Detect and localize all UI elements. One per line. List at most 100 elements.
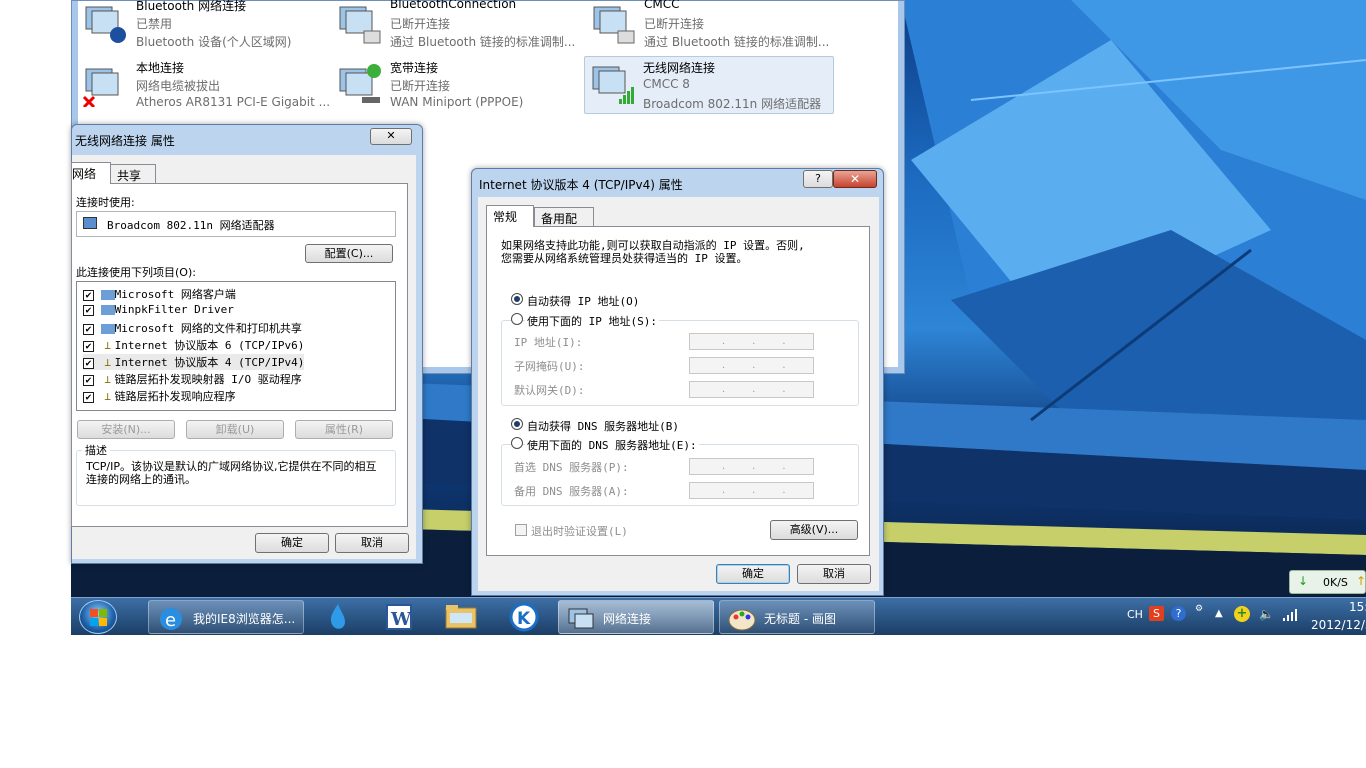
subnet-mask-field[interactable]: ... [689,357,814,374]
connection-status: 已禁用 [136,17,173,31]
checkbox-checked-icon[interactable]: ✔ [83,289,94,301]
clock-date[interactable]: 2012/12/3 [1311,618,1366,632]
taskbar-word-app[interactable]: W [382,602,416,632]
taskbar-k-app[interactable]: K [507,602,541,632]
properties-button[interactable]: 属性(R) [295,420,393,439]
protocol-icon: ⊥ [104,373,111,386]
preferred-dns-field[interactable]: ... [689,458,814,475]
tab-sharing[interactable]: 共享 [110,164,156,184]
taskbar-network-button[interactable]: 网络连接 [558,600,714,634]
help-icon: ? [815,172,821,185]
taskbar-paint-button[interactable]: 无标题 - 画图 [719,600,875,634]
auto-ip-label: 自动获得 IP 地址(O) [527,295,640,308]
language-indicator[interactable]: CH [1127,608,1143,621]
network-adapter-icon [85,6,126,43]
items-rows: ✔ Microsoft 网络客户端 ✔ WinpkFilter Driver ✔… [83,286,393,406]
checkbox-checked-icon[interactable]: ✔ [83,340,94,352]
help-button[interactable]: ? [803,170,833,188]
list-item-label: WinpkFilter Driver [114,303,234,316]
list-item-label: Internet 协议版本 6 (TCP/IPv6) [114,339,305,352]
uninstall-button[interactable]: 卸载(U) [186,420,284,439]
description-text: TCP/IP。该协议是默认的广域网络协议,它提供在不同的相互连接的网络上的通讯。 [86,460,377,486]
alternate-dns-field[interactable]: ... [689,482,814,499]
ok-button[interactable]: 确定 [255,533,329,553]
tab-general[interactable]: 常规 [486,205,534,227]
connection-device: 通过 Bluetooth 链接的标准调制... [644,35,830,49]
auto-ip-radio[interactable] [511,293,523,305]
close-icon: ✕ [849,172,861,186]
install-button[interactable]: 安装(N)... [77,420,175,439]
tab-alternate[interactable]: 备用配置 [534,207,594,243]
ime-options-icon[interactable]: ⚙ [1195,604,1203,614]
taskbar-drop-app[interactable] [321,602,355,632]
checkbox-checked-icon[interactable]: ✔ [83,374,94,386]
ip-address-field[interactable]: ... [689,333,814,350]
taskbar-ie-button[interactable]: e 我的IE8浏览器怎... [148,600,304,634]
adapter-icon [83,217,97,229]
connection-bluetoothconnection[interactable]: BluetoothConnection 已断开连接 通过 Bluetooth 链… [332,0,582,55]
list-item[interactable]: ✔ ⊥ 链路层拓扑发现映射器 I/O 驱动程序 [83,371,302,387]
ipv4-properties-dialog: Internet 协议版本 4 (TCP/IPv4) 属性 ? ✕ 常规 备用配… [471,168,884,596]
manual-dns-label: 使用下面的 DNS 服务器地址(E): [525,437,699,453]
close-button[interactable]: ✕ [833,170,877,188]
paint-icon [728,609,756,631]
show-hidden-icons-icon[interactable]: ▲ [1215,608,1223,619]
ok-button[interactable]: 确定 [716,564,790,584]
protocol-icon: ⊥ [104,356,111,369]
cancel-button[interactable]: 取消 [797,564,871,584]
manual-dns-radio[interactable] [511,437,523,449]
manual-ip-radio[interactable] [511,313,523,325]
wireless-properties-dialog: 无线网络连接 属性 ✕ 网络 共享 连接时使用: Broadcom 802.11… [71,124,423,564]
description-label: 描述 [82,442,110,458]
list-item[interactable]: ✔ WinpkFilter Driver [83,303,234,316]
list-item[interactable]: ✔ ⊥ 链路层拓扑发现响应程序 [83,388,236,404]
connection-name: 宽带连接 [390,61,439,75]
clock-time[interactable]: 15: [1349,600,1366,614]
volume-muted-icon[interactable]: 🔈 [1259,607,1274,621]
connection-bluetooth-network[interactable]: Bluetooth 网络连接 已禁用 Bluetooth 设备(个人区域网) [78,0,328,55]
checkbox-checked-icon[interactable]: ✔ [83,357,94,369]
connection-name: CMCC [644,0,680,11]
driver-icon [100,305,115,315]
list-item[interactable]: ✔ Microsoft 网络客户端 [83,286,236,302]
connection-status: 已断开连接 [390,79,451,93]
auto-dns-radio[interactable] [511,418,523,430]
help-tray-icon[interactable]: ? [1171,606,1186,621]
tab-network[interactable]: 网络 [71,162,111,184]
wifi-signal-icon[interactable] [1283,608,1299,622]
list-item[interactable]: ✔ Microsoft 网络的文件和打印机共享 [83,320,302,336]
network-adapter-icon [339,64,381,103]
gateway-field[interactable]: ... [689,381,814,398]
checkbox-checked-icon[interactable]: ✔ [83,323,94,335]
connection-wireless[interactable]: 无线网络连接 CMCC 8 Broadcom 802.11n 网络适配器 [584,56,834,114]
connection-device: WAN Miniport (PPPOE) [390,95,524,109]
k-app-icon: K [509,602,539,632]
connection-name: 本地连接 [136,61,185,75]
start-button[interactable] [79,600,117,634]
network-speed-widget[interactable]: ↓ 0K/S ↑ [1289,570,1366,594]
list-item[interactable]: ✔ ⊥ Internet 协议版本 6 (TCP/IPv6) [83,337,304,353]
checkbox-checked-icon[interactable]: ✔ [83,391,94,403]
protocol-icon: ⊥ [104,339,111,352]
list-item-selected[interactable]: ✔ ⊥ Internet 协议版本 4 (TCP/IPv4) [83,354,305,370]
checkbox-checked-icon[interactable]: ✔ [83,304,94,316]
configure-button[interactable]: 配置(C)... [305,244,393,263]
items-label: 此连接使用下列项目(O): [76,266,196,279]
ie-icon: e [160,608,182,631]
connection-local-area[interactable]: 本地连接 网络电缆被拔出 Atheros AR8131 PCI-E Gigabi… [78,59,330,117]
network-adapter-icon [593,6,635,44]
security-tray-icon[interactable]: + [1234,606,1250,622]
sharing-icon [100,324,115,334]
adapter-box: Broadcom 802.11n 网络适配器 [76,211,396,237]
taskbar-explorer-app[interactable] [443,602,479,632]
close-button[interactable]: ✕ [370,128,412,145]
advanced-button[interactable]: 高级(V)... [770,520,858,540]
connection-cmcc[interactable]: CMCC 已断开连接 通过 Bluetooth 链接的标准调制... [586,0,836,55]
connection-broadband[interactable]: 宽带连接 已断开连接 WAN Miniport (PPPOE) [332,59,582,117]
taskbar-network-label: 网络连接 [603,612,652,626]
ime-s-icon[interactable]: S [1149,606,1164,621]
word-icon: W [386,604,412,630]
validate-checkbox[interactable] [515,524,527,536]
list-item-label: 链路层拓扑发现映射器 I/O 驱动程序 [114,373,302,386]
cancel-button[interactable]: 取消 [335,533,409,553]
